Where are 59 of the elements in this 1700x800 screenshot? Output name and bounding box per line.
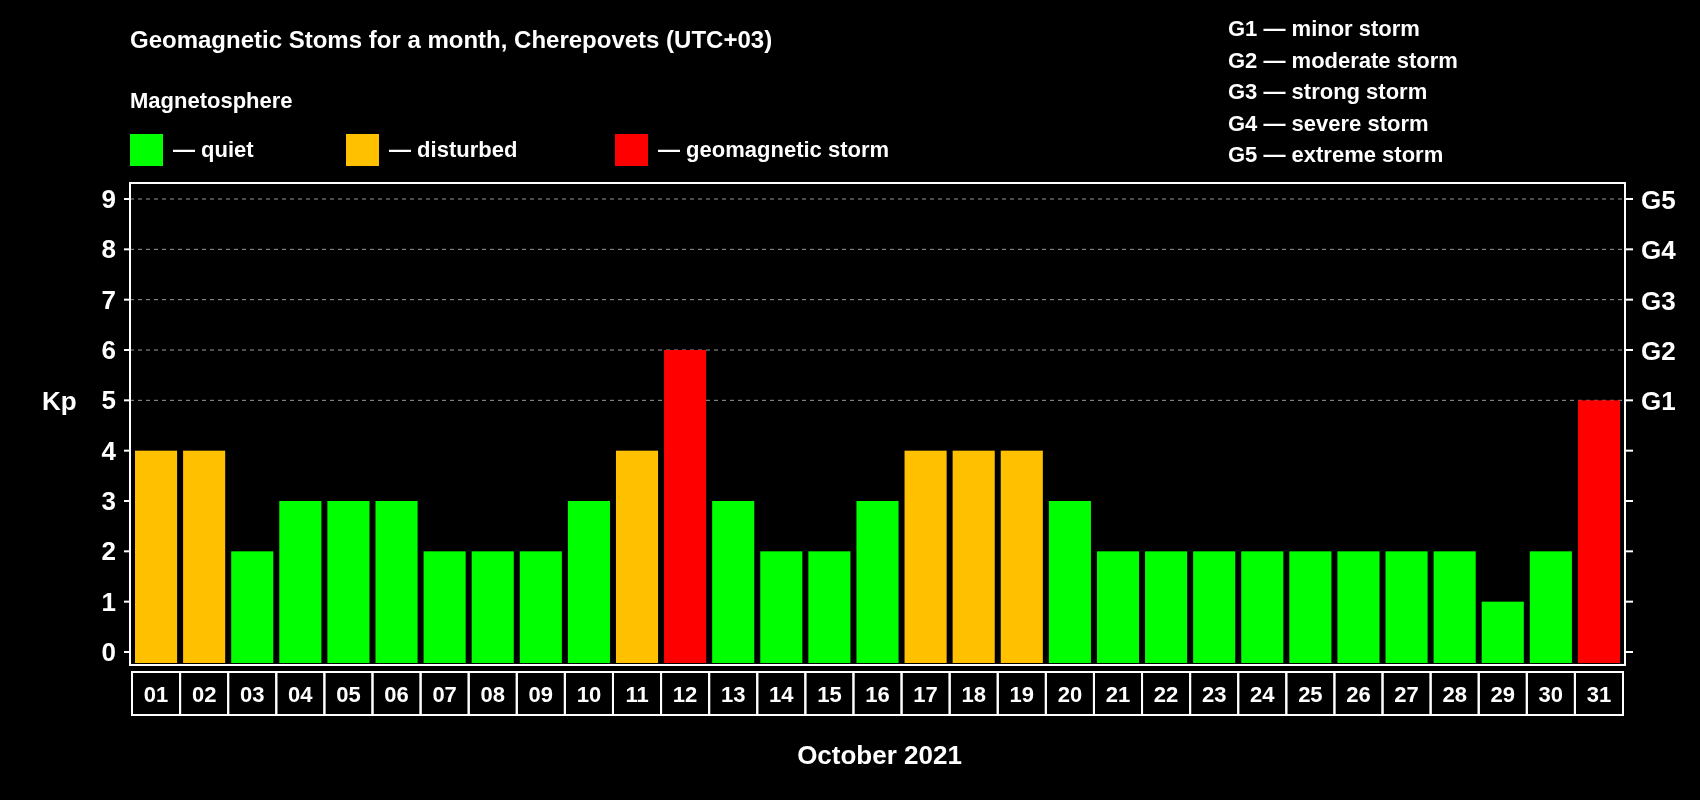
y-tick-label: 6 (101, 335, 116, 365)
day-label: 08 (480, 682, 505, 707)
storm-scale-entry: G2 — moderate storm (1228, 47, 1458, 73)
day-label: 25 (1298, 682, 1323, 707)
chart-title: Geomagnetic Stoms for a month, Cherepovets (UTC+03) (130, 26, 773, 53)
day-label: 07 (432, 682, 457, 707)
day-label: 15 (817, 682, 842, 707)
day-label: 06 (384, 682, 409, 707)
day-label: 20 (1057, 682, 1083, 707)
day-label: 13 (720, 682, 746, 707)
day-label: 03 (240, 682, 265, 707)
storm-level-label: G5 (1641, 185, 1676, 215)
y-tick-label: 2 (101, 536, 116, 567)
y-tick-label: 4 (101, 435, 116, 466)
storm-scale-entry: G3 — strong storm (1228, 79, 1428, 104)
kp-bar (1481, 601, 1524, 663)
legend-label: — quiet (173, 137, 254, 162)
y-tick-label: 9 (101, 184, 116, 214)
y-tick-label: 1 (101, 586, 116, 617)
day-label: 27 (1394, 682, 1419, 707)
day-label: 10 (576, 682, 602, 707)
day-label: 24 (1250, 682, 1275, 707)
legend-label: — disturbed (389, 137, 518, 162)
day-label: 17 (913, 682, 938, 707)
day-label: 09 (528, 682, 554, 707)
y-tick-label: 7 (101, 284, 116, 315)
storm-scale-entry: G4 — severe storm (1228, 110, 1429, 136)
day-label: 23 (1201, 682, 1227, 707)
day-label: 18 (961, 682, 986, 707)
y-axis-label: Kp (42, 386, 77, 416)
day-label: 26 (1346, 682, 1371, 707)
legend-title: Magnetosphere (130, 88, 293, 113)
storm-level-label: G3 (1641, 285, 1676, 316)
day-label: 04 (288, 682, 313, 707)
day-label: 05 (336, 682, 361, 707)
day-label: 21 (1105, 682, 1131, 707)
y-tick-label: 8 (101, 234, 116, 265)
x-axis-label: October 2021 (797, 740, 962, 770)
y-tick-label: 3 (101, 486, 116, 516)
day-label: 02 (191, 682, 217, 707)
day-label: 22 (1153, 682, 1179, 707)
storm-level-label: G4 (1641, 235, 1676, 266)
day-label: 11 (625, 682, 649, 707)
storm-level-label: G1 (1641, 386, 1676, 417)
day-label: 31 (1586, 682, 1612, 707)
day-label: 19 (1009, 682, 1035, 707)
storm-scale-entry: G1 — minor storm (1228, 16, 1420, 41)
day-label: 12 (672, 682, 698, 707)
day-label: 28 (1442, 682, 1467, 707)
day-label: 29 (1490, 682, 1515, 707)
day-label: 01 (143, 682, 169, 707)
y-tick-label: 0 (101, 637, 116, 667)
day-label: 14 (769, 682, 794, 707)
day-label: 30 (1538, 682, 1564, 707)
y-tick-label: 5 (101, 385, 116, 416)
storm-level-label: G2 (1641, 336, 1676, 366)
day-label: 16 (865, 682, 890, 707)
storm-scale-entry: G5 — extreme storm (1228, 142, 1444, 167)
legend-label: — geomagnetic storm (658, 137, 890, 162)
